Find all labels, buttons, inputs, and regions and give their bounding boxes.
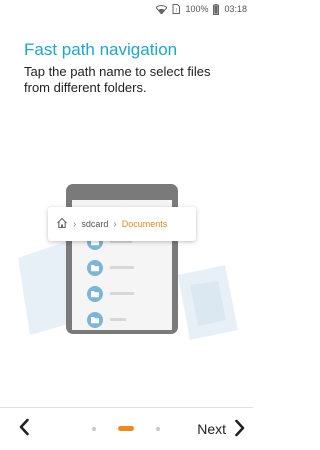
bottom-divider xyxy=(0,407,253,408)
clock: 03:18 xyxy=(224,4,247,14)
breadcrumb-item-sdcard[interactable]: sdcard xyxy=(81,219,108,229)
next-button-label: Next xyxy=(197,421,226,437)
page-dot xyxy=(156,427,160,431)
page-dot-active xyxy=(118,426,134,431)
chevron-right-icon xyxy=(234,419,246,440)
page-title: Fast path navigation xyxy=(24,40,178,59)
status-bar: ! 100% 03:18 xyxy=(0,0,253,18)
battery-icon xyxy=(213,3,220,15)
chevron-right-icon: › xyxy=(73,218,77,230)
wifi-icon xyxy=(156,4,168,14)
page-description: Tap the path name to select files from d… xyxy=(24,64,211,95)
next-button[interactable]: Next xyxy=(180,414,246,444)
svg-text:!: ! xyxy=(176,8,177,14)
chevron-left-icon xyxy=(18,418,30,441)
breadcrumb: › sdcard › Documents xyxy=(48,207,196,241)
back-button[interactable] xyxy=(10,414,38,444)
breadcrumb-item-documents[interactable]: Documents xyxy=(122,219,168,229)
home-icon[interactable] xyxy=(56,217,68,231)
sim-icon: ! xyxy=(172,4,181,14)
page-indicator xyxy=(88,425,168,433)
page-dot xyxy=(92,427,96,431)
chevron-right-icon: › xyxy=(113,218,117,230)
battery-percent: 100% xyxy=(185,4,209,14)
